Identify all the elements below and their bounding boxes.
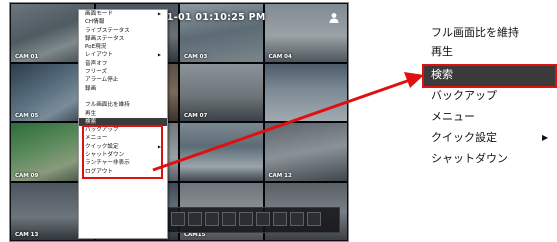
- user-icon[interactable]: [328, 12, 340, 24]
- arrow-head: [404, 72, 424, 88]
- menu-item-record[interactable]: 録画: [79, 85, 167, 93]
- menu-item-alarm-stop[interactable]: アラーム停止: [79, 76, 167, 84]
- menu-item-layout[interactable]: レイアウト: [79, 51, 167, 60]
- camera-label: CAM 07: [184, 113, 208, 119]
- menu-item-logout[interactable]: ログアウト: [79, 168, 167, 176]
- menu-item-label: フル画面比を維持: [85, 102, 130, 109]
- toolbar-button[interactable]: [273, 212, 287, 226]
- menu-item-ch-info[interactable]: CH情報: [79, 18, 167, 26]
- menu-item-label: 録画ステータス: [85, 35, 125, 42]
- menu-item-label: バックアップ: [85, 127, 119, 134]
- nvr-live-view: CAM 01 CAM 03 CAM 04 CAM 05 CAM 07 CAM 0…: [9, 2, 349, 242]
- toolbar-button[interactable]: [222, 212, 236, 226]
- camera-label: CAM 01: [15, 53, 39, 60]
- camera-label: CAM 12: [268, 172, 292, 179]
- toolbar-button[interactable]: [205, 212, 219, 226]
- menu-item-label: CH情報: [85, 19, 105, 26]
- menu-item-search[interactable]: 検索: [79, 117, 167, 127]
- zoom-item-shutdown[interactable]: シャットダウン: [431, 152, 508, 166]
- toolbar-button[interactable]: [290, 212, 304, 226]
- camera-tile[interactable]: [180, 123, 263, 181]
- menu-item-menu[interactable]: メニュー: [79, 134, 167, 142]
- menu-item-poe-status[interactable]: PoE現況: [79, 43, 167, 51]
- launcher-toolbar: [150, 207, 340, 233]
- zoom-item-menu[interactable]: メニュー: [431, 110, 475, 124]
- camera-tile[interactable]: CAM 12: [264, 123, 347, 181]
- zoom-item-search[interactable]: 検索: [431, 68, 453, 82]
- menu-item-hide-launcher[interactable]: ランチャー非表示: [79, 159, 167, 167]
- zoom-item-backup[interactable]: バックアップ: [431, 89, 497, 103]
- toolbar-button[interactable]: [171, 212, 185, 226]
- camera-label: CAM 03: [184, 53, 208, 60]
- camera-label: CAM 04: [268, 53, 292, 60]
- menu-item-label: メニュー: [85, 135, 108, 142]
- menu-item-label: PoE現況: [85, 44, 107, 51]
- menu-item-label: アラーム停止: [85, 77, 119, 84]
- menu-item-live-status[interactable]: ライブステータス: [79, 27, 167, 35]
- menu-item-quick-setup[interactable]: クイック設定: [79, 143, 167, 152]
- menu-item-keep-aspect[interactable]: フル画面比を維持: [79, 101, 167, 109]
- menu-item-shutdown[interactable]: シャットダウン: [79, 151, 167, 159]
- menu-item-label: フリーズ: [85, 69, 108, 76]
- camera-tile[interactable]: CAM 07: [180, 63, 263, 121]
- menu-item-label: ランチャー非表示: [85, 160, 130, 167]
- camera-label: CAM 09: [15, 172, 39, 179]
- camera-label: CAM 13: [15, 232, 39, 238]
- menu-item-backup[interactable]: バックアップ: [79, 126, 167, 134]
- menu-item-record-status[interactable]: 録画ステータス: [79, 35, 167, 43]
- context-menu: 画面モード CH情報 ライブステータス 録画ステータス PoE現況 レイアウト …: [78, 9, 168, 239]
- menu-item-blank: [79, 93, 167, 101]
- submenu-arrow-icon: ▶: [542, 133, 549, 142]
- menu-item-label: シャットダウン: [85, 152, 125, 159]
- menu-item-screen-mode[interactable]: 画面モード: [79, 10, 167, 19]
- menu-item-audio-off[interactable]: 音声オフ: [79, 60, 167, 68]
- toolbar-button[interactable]: [188, 212, 202, 226]
- menu-item-label: レイアウト: [85, 52, 113, 59]
- menu-item-freeze[interactable]: フリーズ: [79, 68, 167, 76]
- menu-item-label: ライブステータス: [85, 27, 130, 34]
- zoom-item-quick-setup[interactable]: クイック設定: [431, 131, 497, 145]
- menu-item-label: 音声オフ: [85, 60, 108, 67]
- toolbar-button[interactable]: [307, 212, 321, 226]
- camera-label: CAM 05: [15, 113, 39, 119]
- menu-item-label: 再生: [85, 110, 97, 117]
- menu-item-label: 録画: [85, 85, 97, 92]
- zoom-item-playback[interactable]: 再生: [431, 45, 453, 59]
- toolbar-button[interactable]: [256, 212, 270, 226]
- zoom-item-keep-aspect[interactable]: フル画面比を維持: [431, 26, 519, 40]
- camera-grid: CAM 01 CAM 03 CAM 04 CAM 05 CAM 07 CAM 0…: [11, 4, 347, 240]
- menu-item-label: 画面モード: [85, 11, 113, 17]
- menu-item-playback[interactable]: 再生: [79, 110, 167, 118]
- camera-tile[interactable]: [264, 63, 347, 121]
- menu-item-label: クイック設定: [85, 143, 119, 150]
- toolbar-button[interactable]: [239, 212, 253, 226]
- menu-item-label: 検索: [85, 118, 97, 125]
- menu-item-label: ログアウト: [85, 168, 113, 175]
